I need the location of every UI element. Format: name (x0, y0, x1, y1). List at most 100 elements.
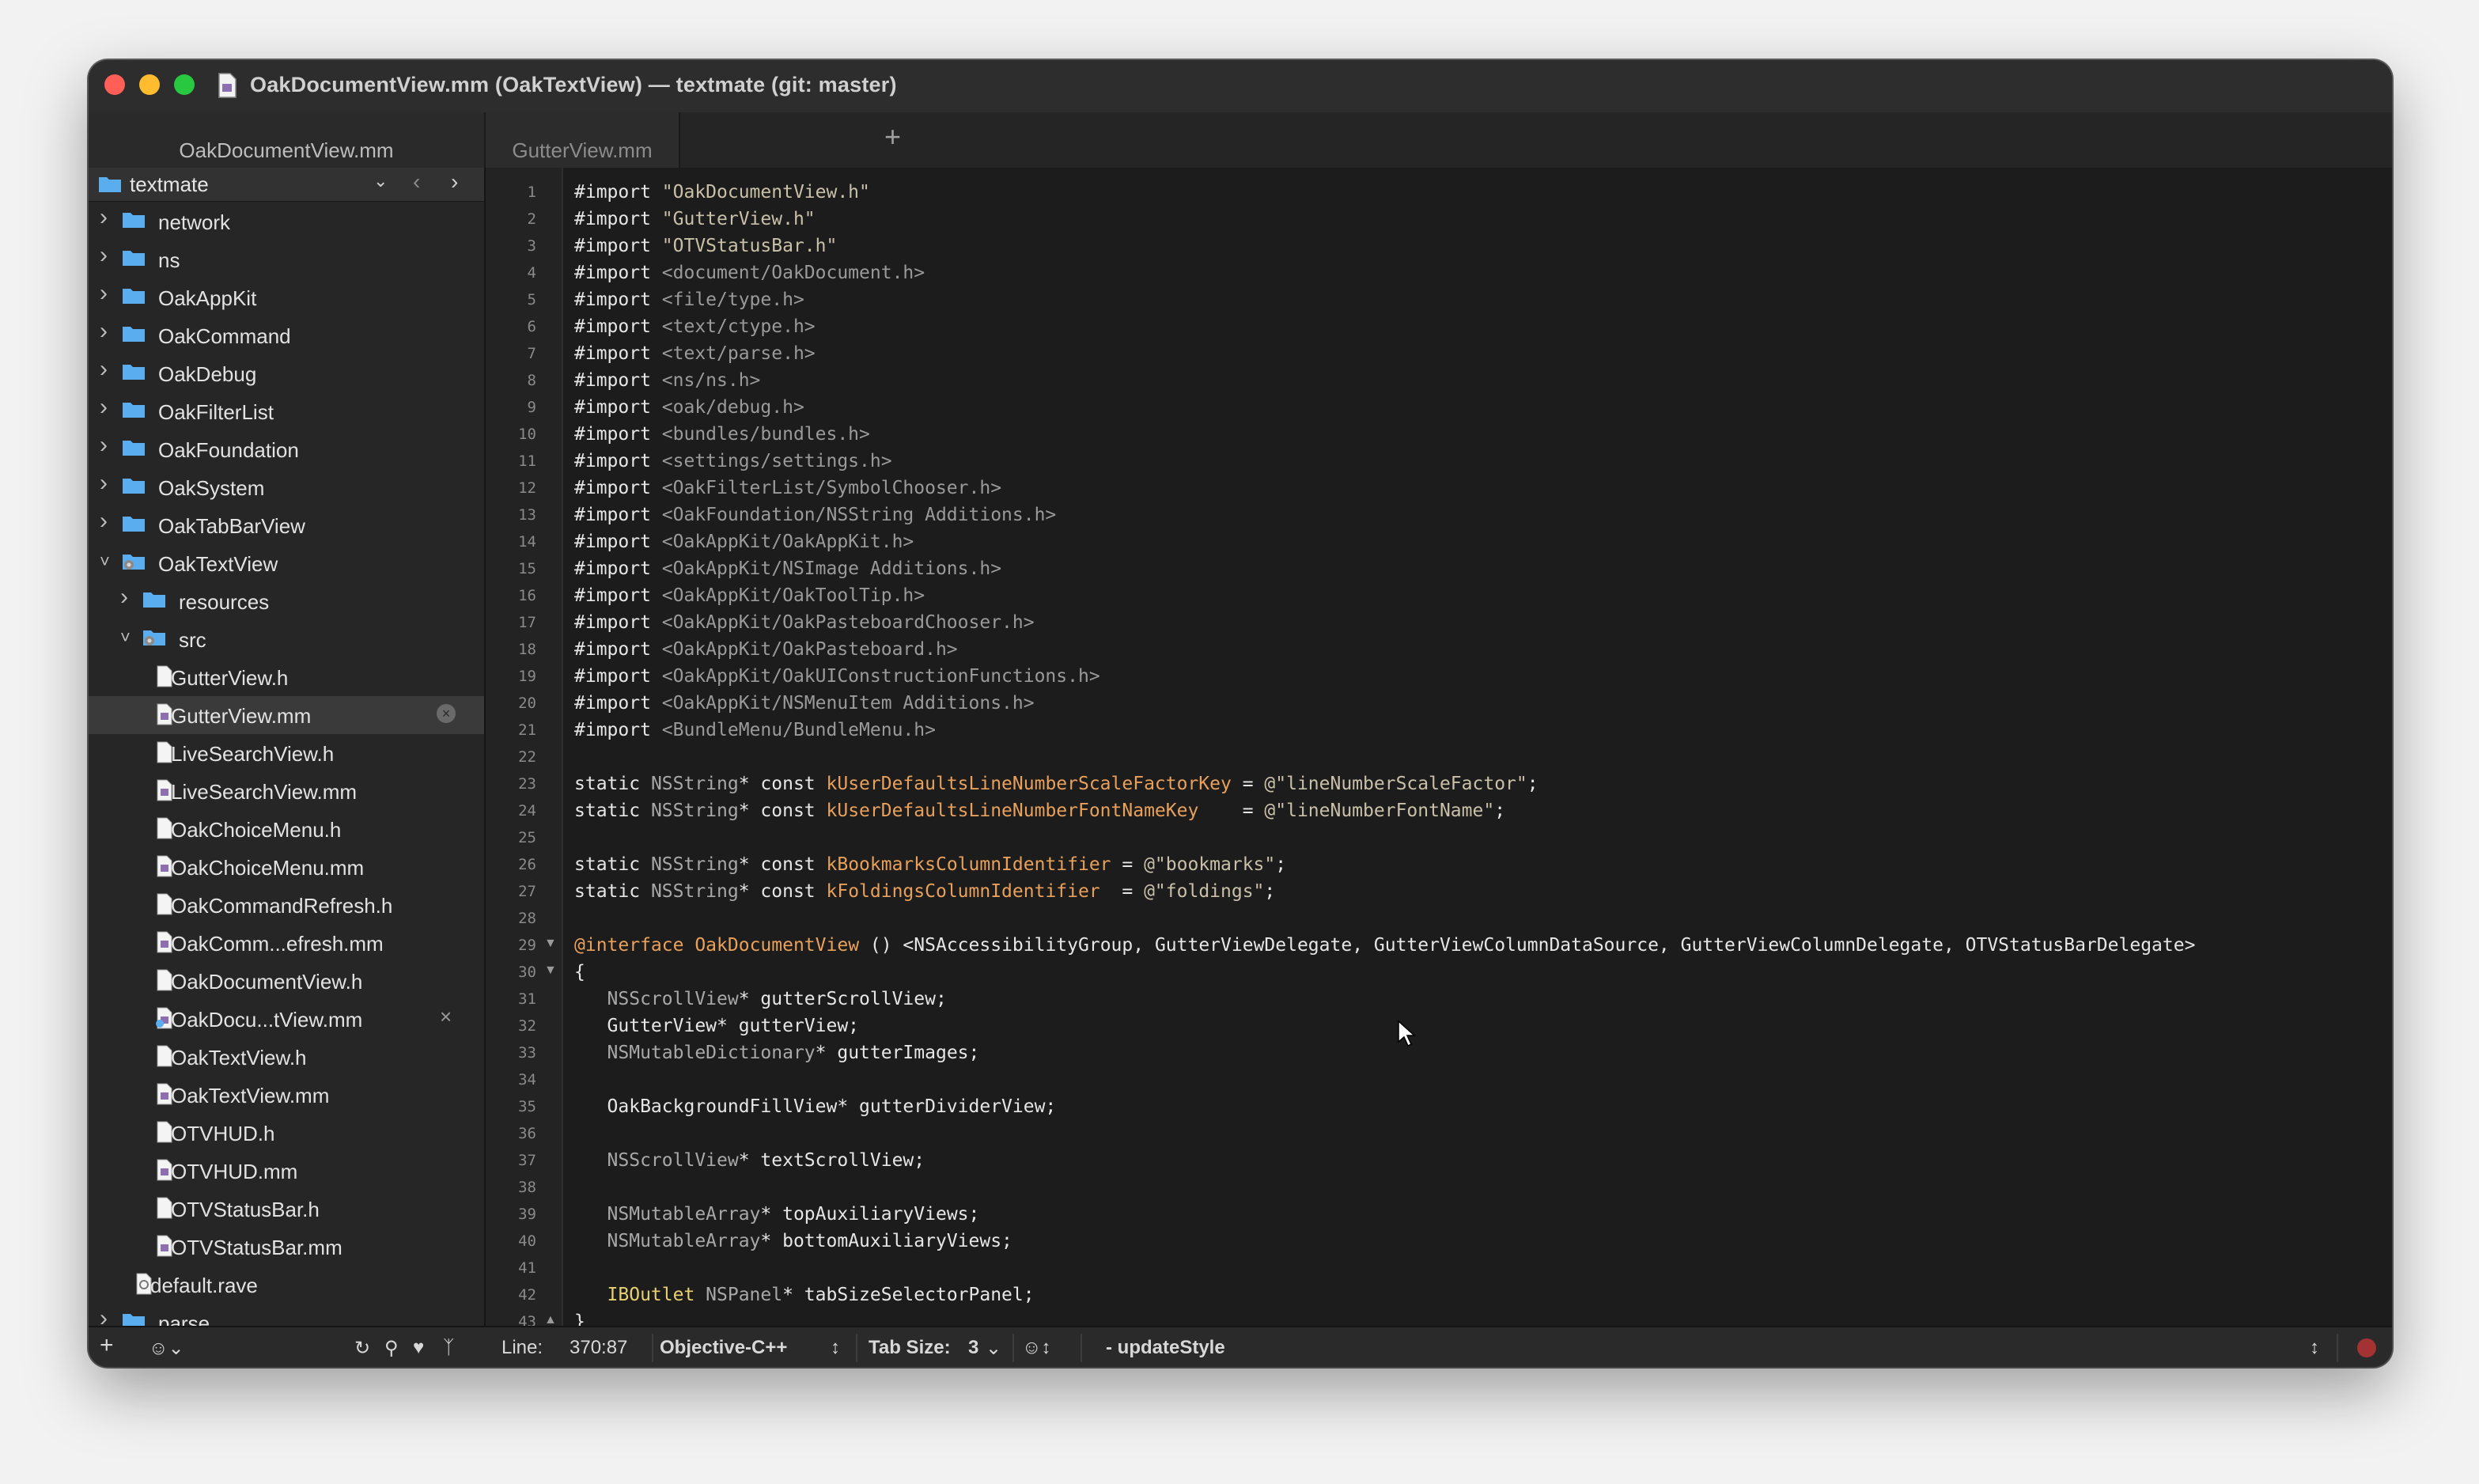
symbol-updown-icon[interactable]: ↕ (2310, 1337, 2319, 1359)
tree-folder-item[interactable]: › OakTabBarView (89, 506, 484, 544)
code-line[interactable]: static NSString* const kUserDefaultsLine… (574, 797, 1505, 824)
tree-file-item[interactable]: OTVHUD.mm (89, 1152, 484, 1190)
chevron-right-icon[interactable]: › (100, 508, 108, 535)
code-line[interactable]: #import <OakFilterList/SymbolChooser.h> (574, 475, 1001, 502)
zoom-window-button[interactable] (174, 74, 195, 95)
tree-folder-item[interactable]: › network (89, 203, 484, 240)
code-line[interactable]: #import <OakAppKit/OakPasteboardChooser.… (574, 609, 1035, 636)
code-line[interactable]: } (574, 1308, 585, 1326)
tree-file-item[interactable]: OTVHUD.h (89, 1114, 484, 1152)
code-line[interactable]: #import <oak/debug.h> (574, 394, 804, 421)
add-file-icon[interactable]: + (100, 1332, 114, 1359)
chevron-down-icon[interactable]: ˅ (120, 627, 131, 648)
chevron-right-icon[interactable]: › (100, 394, 108, 421)
chevron-down-icon[interactable]: ˅ (100, 551, 110, 572)
code-line[interactable]: NSScrollView* textScrollView; (574, 1147, 925, 1174)
cursor-position[interactable]: 370:87 (570, 1337, 627, 1359)
tree-file-item[interactable]: OakChoiceMenu.mm (89, 848, 484, 886)
tree-folder-item[interactable]: › resources (89, 582, 484, 620)
tree-folder-item[interactable]: ˅ src (89, 620, 484, 658)
code-line[interactable]: #import "GutterView.h" (574, 206, 816, 233)
tree-file-item[interactable]: LiveSearchView.mm (89, 772, 484, 810)
tree-file-item[interactable]: OakComm...efresh.mm (89, 924, 484, 962)
code-line[interactable]: #import <OakAppKit/NSMenuItem Additions.… (574, 690, 1035, 717)
code-line[interactable]: #import <settings/settings.h> (574, 448, 892, 475)
symbol-selector[interactable]: - updateStyle (1106, 1337, 1225, 1359)
code-line[interactable]: IBOutlet NSPanel* tabSizeSelectorPanel; (574, 1281, 1035, 1308)
tree-file-item[interactable]: OTVStatusBar.mm (89, 1228, 484, 1266)
tree-folder-item[interactable]: › OakFilterList (89, 392, 484, 430)
tree-folder-item[interactable]: › OakAppKit (89, 278, 484, 316)
language-selector[interactable]: Objective-C++ (660, 1337, 787, 1359)
code-line[interactable]: #import "OakDocumentView.h" (574, 179, 870, 206)
tree-file-item[interactable]: OakTextView.h (89, 1038, 484, 1076)
code-line[interactable]: static NSString* const kUserDefaultsLine… (574, 770, 1538, 797)
tree-file-item[interactable]: OakDocumentView.h (89, 962, 484, 1000)
tab-oakdocumentview[interactable]: OakDocumentView.mm (89, 112, 484, 168)
fold-toggle-icon[interactable]: ▼ (544, 963, 557, 978)
code-line[interactable]: #import <text/ctype.h> (574, 313, 816, 340)
code-line[interactable]: #import <ns/ns.h> (574, 367, 760, 394)
code-line[interactable]: #import <OakFoundation/NSString Addition… (574, 502, 1056, 528)
code-line[interactable]: #import <OakAppKit/OakPasteboard.h> (574, 636, 958, 663)
close-icon[interactable]: × (440, 1005, 452, 1029)
tree-file-item[interactable]: OakChoiceMenu.h (89, 810, 484, 848)
close-icon[interactable]: × (437, 704, 456, 723)
reload-icon[interactable]: ↻ (354, 1337, 370, 1360)
code-line[interactable]: NSMutableArray* bottomAuxiliaryViews; (574, 1228, 1012, 1255)
code-line[interactable]: #import <OakAppKit/OakUIConstructionFunc… (574, 663, 1100, 690)
code-line[interactable]: #import <OakAppKit/NSImage Additions.h> (574, 555, 1001, 582)
code-line[interactable]: NSMutableArray* topAuxiliaryViews; (574, 1201, 980, 1228)
tree-folder-item[interactable]: › OakSystem (89, 468, 484, 506)
bundle-menu-icon[interactable]: ☺↕ (1022, 1337, 1051, 1359)
chevron-right-icon[interactable]: › (100, 470, 108, 497)
tree-folder-item[interactable]: ˅ OakTextView (89, 544, 484, 582)
tree-folder-item[interactable]: › OakFoundation (89, 430, 484, 468)
chevron-down-icon[interactable]: ⌄ (373, 171, 388, 191)
code-line[interactable]: static NSString* const kBookmarksColumnI… (574, 851, 1286, 878)
code-line[interactable]: #import <text/parse.h> (574, 340, 816, 367)
code-line[interactable]: NSMutableDictionary* gutterImages; (574, 1039, 980, 1066)
fold-toggle-icon[interactable]: ▲ (544, 1313, 557, 1326)
add-tab-icon[interactable]: + (884, 120, 901, 153)
code-line[interactable]: static NSString* const kFoldingsColumnId… (574, 878, 1275, 905)
code-line[interactable]: #import <file/type.h> (574, 286, 804, 313)
tree-file-item[interactable]: GutterView.h (89, 658, 484, 696)
search-icon[interactable]: ⚲ (384, 1337, 399, 1360)
macro-record-icon[interactable] (2357, 1338, 2376, 1357)
actions-menu-icon[interactable]: ☺⌄ (149, 1337, 184, 1360)
tab-size-label[interactable]: Tab Size: (869, 1337, 951, 1359)
code-editor[interactable]: 1 2 3 4 5 6 7 8 9 10 11 12 13 14 15 16 17 18 19 20 21 22 23 24 2… (486, 168, 2392, 1326)
chevron-right-icon[interactable]: › (100, 318, 108, 345)
chevron-right-icon[interactable]: › (100, 1305, 108, 1326)
code-line[interactable]: NSScrollView* gutterScrollView; (574, 986, 947, 1013)
code-line[interactable]: GutterView* gutterView; (574, 1013, 860, 1039)
tab-size-value[interactable]: 3 (968, 1337, 978, 1359)
code-line[interactable]: { (574, 959, 585, 986)
code-line[interactable]: #import <bundles/bundles.h> (574, 421, 870, 448)
chevron-right-icon[interactable]: › (100, 432, 108, 459)
code-line[interactable]: #import <OakAppKit/OakToolTip.h> (574, 582, 925, 609)
tree-file-item[interactable]: LiveSearchView.h (89, 734, 484, 772)
chevron-right-icon[interactable]: › (100, 242, 108, 269)
chevron-right-icon[interactable]: › (100, 356, 108, 383)
fold-toggle-icon[interactable]: ▼ (544, 937, 557, 951)
tree-file-item[interactable]: OakDocu...tView.mm × (89, 1000, 484, 1038)
root-folder-name[interactable]: textmate (130, 172, 209, 197)
line-number-gutter[interactable]: 1 2 3 4 5 6 7 8 9 10 11 12 13 14 15 16 17 18 19 20 21 22 23 24 2… (486, 168, 563, 1326)
chevron-down-icon[interactable]: ⌄ (986, 1337, 1001, 1360)
tree-file-item[interactable]: default.rave (89, 1266, 484, 1304)
close-window-button[interactable] (104, 74, 125, 95)
tree-file-item[interactable]: OakCommandRefresh.h (89, 886, 484, 924)
tree-file-item[interactable]: OTVStatusBar.h (89, 1190, 484, 1228)
chevron-right-icon[interactable]: › (100, 204, 108, 231)
git-branch-icon[interactable]: ᛉ (443, 1337, 454, 1359)
minimize-window-button[interactable] (139, 74, 160, 95)
tree-folder-item[interactable]: › parse (89, 1304, 484, 1326)
favorites-icon[interactable]: ♥ (413, 1337, 424, 1359)
code-line[interactable]: #import <BundleMenu/BundleMenu.h> (574, 717, 936, 744)
code-line[interactable]: OakBackgroundFillView* gutterDividerView… (574, 1093, 1057, 1120)
chevron-right-icon[interactable]: › (100, 280, 108, 307)
tree-file-item[interactable]: GutterView.mm × (89, 696, 484, 734)
back-icon[interactable]: ‹ (413, 169, 420, 195)
